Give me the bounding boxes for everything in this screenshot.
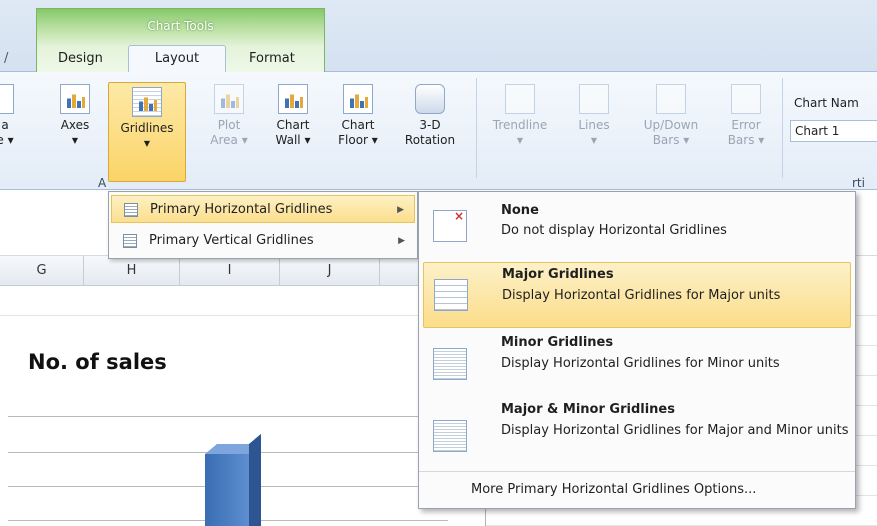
menu-item-label: Primary Vertical Gridlines	[149, 233, 314, 248]
partial-icon	[0, 84, 14, 114]
3d-rotation-label-1: 3-D	[419, 118, 441, 132]
gridlines-button[interactable]: Gridlines ▼	[108, 82, 186, 182]
chart-title[interactable]: No. of sales	[28, 350, 167, 374]
gallery-item-major-minor-gridlines[interactable]: Major & Minor Gridlines Display Horizont…	[423, 400, 851, 470]
chart-wall-button[interactable]: Chart Wall ▾	[266, 84, 320, 148]
tab-layout[interactable]: Layout	[128, 45, 226, 73]
gridlines-icon	[132, 87, 162, 117]
gallery-item-desc: Display Horizontal Gridlines for Major a…	[501, 423, 849, 438]
chart-floor-label-2: Floor ▾	[338, 133, 378, 147]
chevron-right-icon: ▶	[398, 236, 405, 246]
chevron-down-icon: ▼	[590, 136, 598, 145]
chart-gridline	[8, 416, 448, 417]
trendline-icon	[505, 84, 535, 114]
error-bars-label-1: Error	[731, 118, 761, 132]
gallery-item-desc: Do not display Horizontal Gridlines	[501, 223, 727, 238]
chart-wall-label-1: Chart	[276, 118, 310, 132]
lines-label: Lines	[578, 118, 610, 132]
major-gridlines-icon	[434, 279, 468, 311]
no-gridlines-icon: ×	[433, 209, 467, 242]
chart-wall-icon	[278, 84, 308, 114]
chart-area[interactable]: No. of sales	[0, 330, 486, 526]
partial-label-2: e ▾	[0, 133, 14, 147]
gallery-item-minor-gridlines[interactable]: Minor Gridlines Display Horizontal Gridl…	[423, 332, 851, 398]
3d-rotation-button[interactable]: 3-D Rotation	[394, 84, 466, 148]
up-down-label-2: Bars ▾	[652, 133, 690, 147]
chevron-down-icon: ▼	[516, 136, 524, 145]
vertical-gridlines-icon	[123, 234, 137, 248]
lines-icon	[579, 84, 609, 114]
column-header-i[interactable]: I	[180, 256, 280, 286]
gallery-item-title: Minor Gridlines	[501, 335, 614, 350]
horizontal-gridlines-icon	[124, 203, 138, 217]
gallery-item-title: Major Gridlines	[502, 267, 614, 282]
trendline-button[interactable]: Trendline ▼	[484, 84, 556, 148]
chart-tools-label: Chart Tools	[147, 19, 214, 33]
chevron-down-icon: ▼	[143, 139, 151, 148]
gallery-item-title: None	[501, 203, 539, 218]
error-bars-button[interactable]: Error Bars ▾	[718, 84, 774, 148]
ribbon-body: a e ▾ Axes ▼ Gridlines ▼ Plot Area ▾ Cha…	[0, 72, 877, 190]
more-gridlines-options-link[interactable]: More Primary Horizontal Gridlines Option…	[419, 471, 855, 507]
trendline-label: Trendline	[492, 118, 548, 132]
column-header-h[interactable]: H	[84, 256, 180, 286]
chevron-down-icon: ▼	[71, 136, 79, 145]
ribbon-separator	[476, 78, 477, 178]
gridlines-label: Gridlines	[120, 121, 174, 135]
menu-item-primary-horizontal-gridlines[interactable]: Primary Horizontal Gridlines ▶	[111, 195, 415, 223]
major-minor-gridlines-icon	[433, 420, 467, 452]
group-label-properties: rti	[852, 176, 865, 190]
chart-name-input[interactable]: Chart 1	[790, 120, 877, 142]
menu-item-primary-vertical-gridlines[interactable]: Primary Vertical Gridlines ▶	[111, 227, 415, 255]
column-header-g[interactable]: G	[0, 256, 84, 286]
up-down-label-1: Up/Down	[643, 118, 699, 132]
3d-rotation-label-2: Rotation	[404, 133, 456, 147]
chart-floor-icon	[343, 84, 373, 114]
error-bars-icon	[731, 84, 761, 114]
tab-format[interactable]: Format	[249, 46, 295, 72]
ribbon-separator	[782, 78, 783, 178]
gridlines-submenu: Primary Horizontal Gridlines ▶ Primary V…	[108, 191, 418, 259]
chevron-right-icon: ▶	[397, 205, 404, 215]
partial-label-1: a	[1, 118, 9, 132]
plot-area-label-1: Plot	[217, 118, 241, 132]
gallery-item-desc: Display Horizontal Gridlines for Major u…	[502, 288, 781, 303]
plot-area-icon	[214, 84, 244, 114]
group-label-axes: A	[98, 176, 107, 190]
lines-button[interactable]: Lines ▼	[570, 84, 618, 148]
ribbon-button-partial[interactable]: a e ▾	[0, 84, 16, 148]
menu-item-label: Primary Horizontal Gridlines	[150, 202, 333, 217]
tab-design[interactable]: Design	[58, 46, 103, 72]
chart-name-label: Chart Nam	[794, 96, 859, 110]
error-bars-label-2: Bars ▾	[727, 133, 765, 147]
plot-area-label-2: Area ▾	[210, 133, 248, 147]
gallery-item-desc: Display Horizontal Gridlines for Minor u…	[501, 356, 780, 371]
gallery-item-major-gridlines[interactable]: Major Gridlines Display Horizontal Gridl…	[423, 262, 851, 328]
tab-partial[interactable]: /	[4, 46, 8, 72]
up-down-bars-button[interactable]: Up/Down Bars ▾	[628, 84, 714, 148]
gallery-item-title: Major & Minor Gridlines	[501, 402, 675, 417]
minor-gridlines-icon	[433, 348, 467, 380]
up-down-bars-icon	[656, 84, 686, 114]
chart-floor-label-1: Chart	[341, 118, 375, 132]
chart-wall-label-2: Wall ▾	[275, 133, 311, 147]
column-header-j[interactable]: J	[280, 256, 380, 286]
axes-label: Axes	[60, 118, 90, 132]
chart-floor-button[interactable]: Chart Floor ▾	[330, 84, 386, 148]
column-header-next[interactable]	[380, 256, 420, 286]
axes-button[interactable]: Axes ▼	[50, 84, 100, 148]
gallery-item-none[interactable]: × None Do not display Horizontal Gridlin…	[423, 196, 851, 256]
ribbon-tab-bar: / Chart Tools Design Layout Format	[0, 0, 877, 73]
chart-bar[interactable]	[205, 454, 249, 526]
axes-icon	[60, 84, 90, 114]
horizontal-gridlines-gallery: × None Do not display Horizontal Gridlin…	[418, 191, 856, 509]
plot-area-button[interactable]: Plot Area ▾	[204, 84, 254, 148]
3d-rotation-icon	[415, 84, 445, 114]
